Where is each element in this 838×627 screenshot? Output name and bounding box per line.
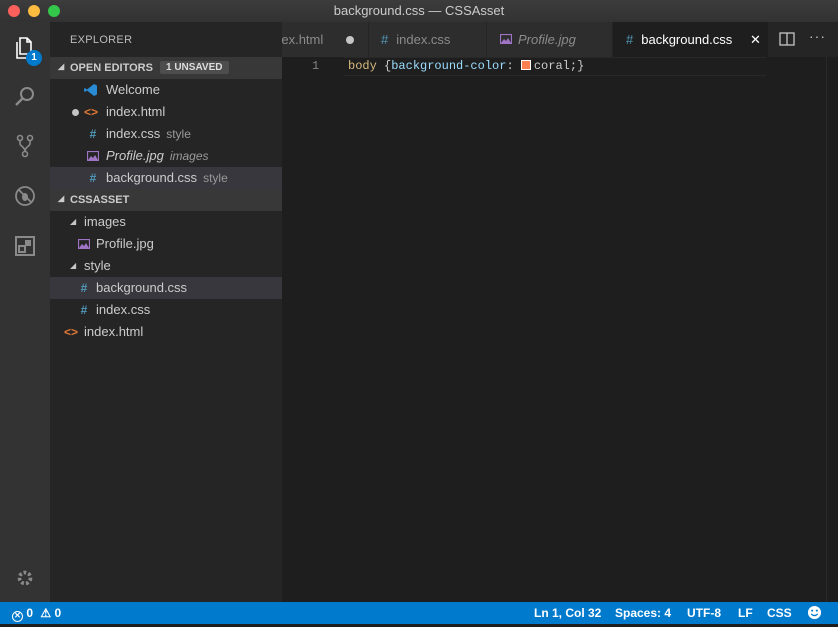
- css-file-icon: #: [89, 171, 97, 185]
- window-title: background.css — CSSAsset: [333, 3, 505, 18]
- expanded-triangle-icon: ◢: [70, 261, 77, 270]
- tab-profile-jpg[interactable]: Profile.jpg: [487, 22, 613, 57]
- open-editor-welcome[interactable]: Welcome: [50, 79, 282, 101]
- status-bar: ✕ 0 ⚠ 0 Ln 1, Col 32 Spaces: 4 UTF-8 LF …: [0, 602, 838, 624]
- image-file-icon: [86, 145, 100, 168]
- expanded-triangle-icon: ◢: [70, 217, 77, 226]
- html-file-icon: <>: [64, 325, 79, 339]
- encoding-setting[interactable]: UTF-8: [687, 602, 721, 624]
- warning-icon: ⚠: [40, 606, 52, 620]
- editor-tab-bar: index.html #index.css Profile.jpg #backg…: [282, 22, 838, 57]
- line-number: 1: [312, 59, 320, 73]
- css-file-icon: #: [89, 127, 97, 141]
- file-background-css[interactable]: # background.css: [50, 277, 282, 299]
- code-editor[interactable]: 1 body {background-color: coral;}: [282, 57, 838, 602]
- folder-images[interactable]: ◢ images: [50, 211, 282, 233]
- activity-bar: 1: [0, 22, 50, 602]
- explorer-sidebar: EXPLORER ◢ OPEN EDITORS 1 UNSAVED Welcom…: [50, 22, 282, 602]
- title-bar: background.css — CSSAsset: [0, 0, 838, 23]
- extensions-icon[interactable]: [0, 224, 50, 268]
- unsaved-dot-icon: [346, 36, 354, 44]
- open-editors-header[interactable]: ◢ OPEN EDITORS 1 UNSAVED: [50, 57, 282, 79]
- folder-style[interactable]: ◢ style: [50, 255, 282, 277]
- split-editor-icon[interactable]: [779, 32, 795, 49]
- indentation-setting[interactable]: Spaces: 4: [615, 602, 671, 624]
- more-actions-icon[interactable]: ···: [809, 28, 826, 44]
- unsaved-dot-icon: [72, 109, 79, 116]
- css-file-icon: #: [80, 303, 88, 317]
- close-tab-icon[interactable]: ✕: [750, 22, 761, 57]
- css-file-icon: #: [626, 32, 634, 47]
- tab-background-css[interactable]: # background.css ✕: [613, 22, 769, 57]
- image-file-icon: [499, 33, 513, 45]
- open-editor-profile-jpg[interactable]: Profile.jpg images: [50, 145, 282, 167]
- file-index-css[interactable]: # index.css: [50, 299, 282, 321]
- unsaved-badge: 1 UNSAVED: [160, 61, 229, 74]
- collapse-triangle-icon: ◢: [58, 194, 65, 203]
- language-mode[interactable]: CSS: [767, 602, 792, 624]
- file-index-html[interactable]: <> index.html: [50, 321, 282, 343]
- explorer-badge: 1: [26, 50, 42, 66]
- open-editor-index-html[interactable]: <> index.html: [50, 101, 282, 123]
- tab-index-html[interactable]: index.html: [282, 22, 369, 57]
- tab-index-css[interactable]: # index.css: [369, 22, 487, 57]
- project-header[interactable]: ◢ CSSASSET: [50, 189, 282, 211]
- error-icon: ✕: [12, 611, 23, 622]
- open-editor-index-css[interactable]: # index.css style: [50, 123, 282, 145]
- sidebar-title: EXPLORER: [70, 34, 133, 46]
- source-control-icon[interactable]: [0, 124, 50, 168]
- html-file-icon: <>: [84, 105, 99, 119]
- search-icon[interactable]: [0, 74, 50, 118]
- css-file-icon: #: [381, 32, 389, 47]
- cursor-position[interactable]: Ln 1, Col 32: [534, 602, 601, 624]
- open-editor-background-css[interactable]: # background.css style: [50, 167, 282, 189]
- problems-indicator[interactable]: ✕ 0 ⚠ 0: [12, 602, 61, 624]
- image-file-icon: [77, 233, 91, 256]
- collapse-triangle-icon: ◢: [58, 62, 65, 71]
- explorer-icon[interactable]: 1: [0, 26, 50, 70]
- css-file-icon: #: [80, 281, 88, 295]
- minimap-border: [826, 57, 827, 602]
- code-line[interactable]: body {background-color: coral;}: [348, 59, 584, 73]
- file-profile-jpg[interactable]: Profile.jpg: [50, 233, 282, 255]
- eol-setting[interactable]: LF: [738, 602, 753, 624]
- debug-icon[interactable]: [0, 174, 50, 218]
- color-swatch[interactable]: [520, 60, 531, 70]
- settings-gear-icon[interactable]: [0, 556, 50, 600]
